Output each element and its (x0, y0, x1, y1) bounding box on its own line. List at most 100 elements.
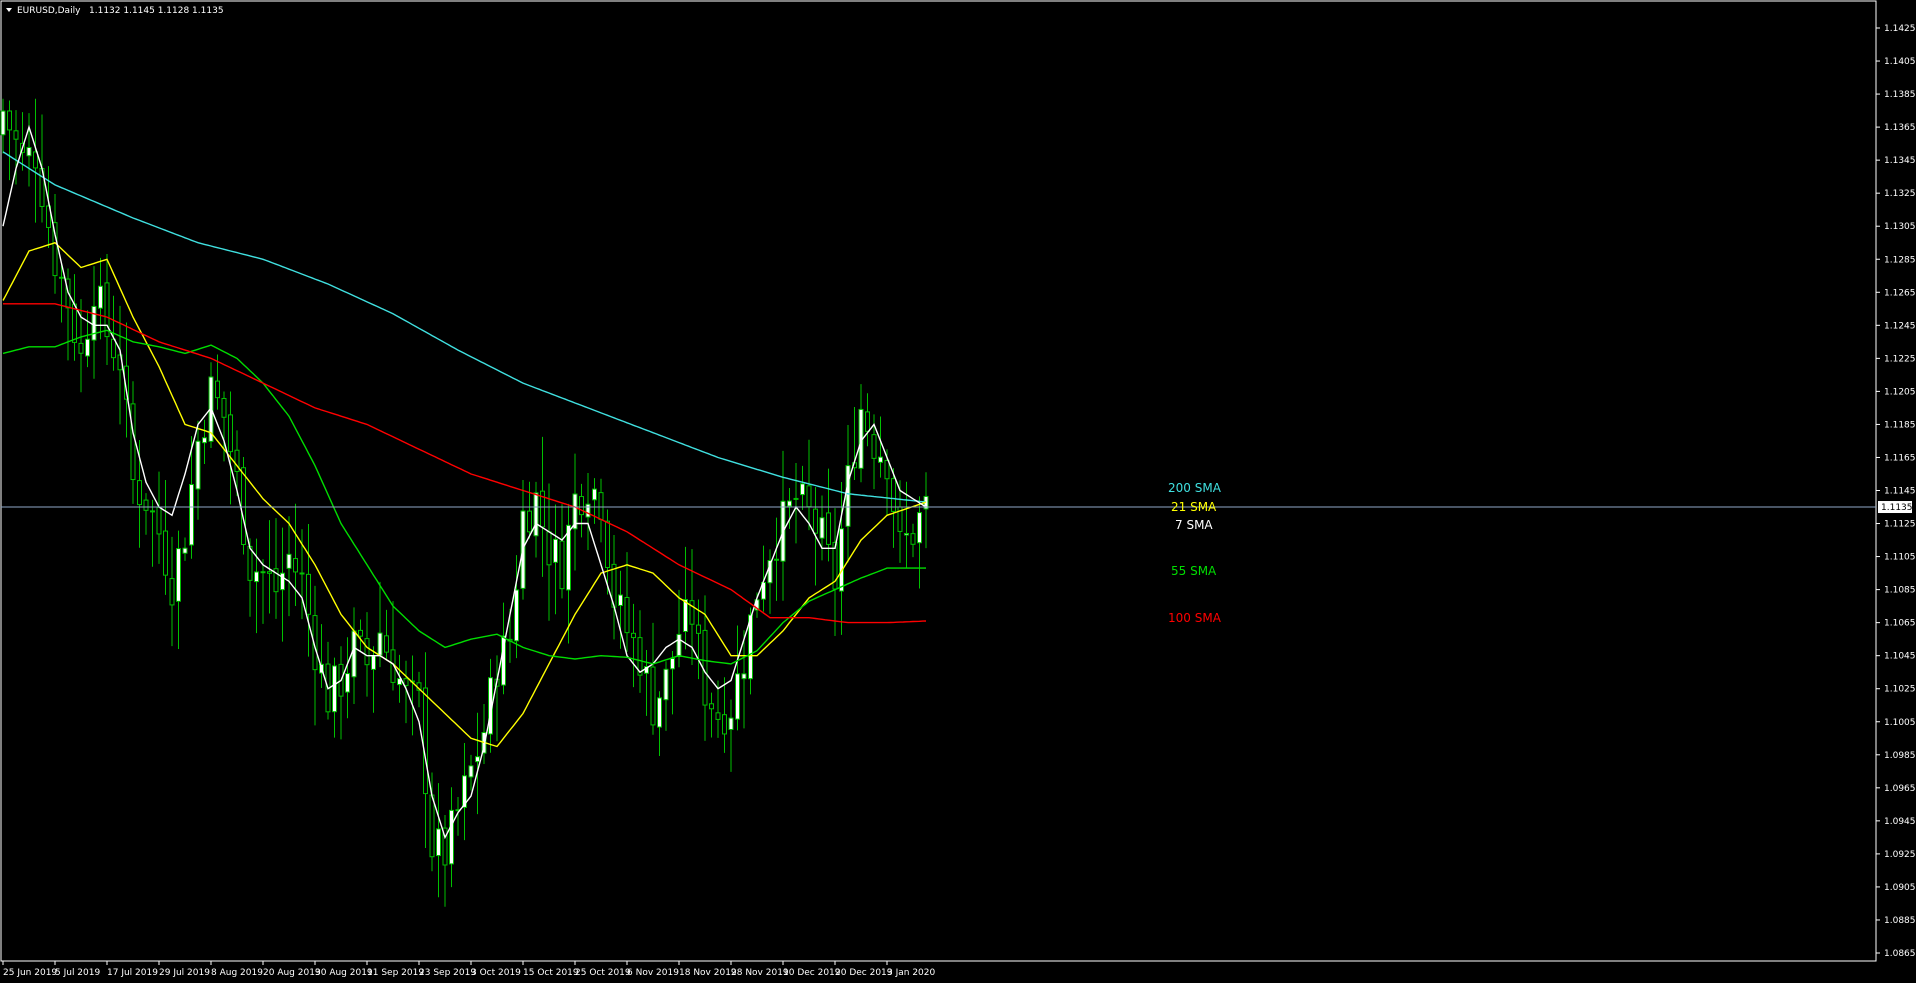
price-chart[interactable]: 1.1425 1.1405 1.1385 1.1365 1.1345 1.1325 1.13… (0, 0, 1916, 983)
time-tick-label: 30 Aug 2019 (315, 968, 373, 978)
time-axis[interactable]: 25 Jun 20195 Jul 2019 17 Jul 2019 29 Jul 2… (2, 961, 935, 978)
candle-bull (91, 305, 97, 341)
time-tick-label: 11 Sep 2019 (367, 968, 424, 978)
current-price-tag: 1.1135 (1878, 501, 1913, 514)
price-tick-label: 1.0965 (1884, 784, 1916, 794)
candle-bull (286, 553, 292, 569)
price-tick-label: 1.1185 (1884, 420, 1916, 430)
price-tick-label: 1.1405 (1884, 57, 1916, 67)
candle-bull (195, 440, 201, 490)
time-tick-label: 25 Oct 2019 (575, 968, 631, 978)
candle-bull (676, 633, 682, 658)
candle-bull (98, 285, 103, 309)
price-tick-label: 1.1285 (1884, 255, 1916, 265)
dropdown-triangle-icon[interactable] (6, 8, 12, 12)
candle-bear (299, 572, 305, 575)
price-tick-label: 1.0945 (1884, 817, 1916, 827)
candle-bull (85, 338, 90, 357)
candle-bear (813, 508, 818, 534)
candle-bull (845, 465, 851, 527)
price-tick-label: 1.1305 (1884, 222, 1916, 232)
candle-bull (449, 809, 454, 865)
candle-bear (865, 411, 870, 432)
time-tick-label: 23 Sep 2019 (419, 968, 476, 978)
candle-bull (332, 665, 337, 713)
candle-bear (715, 712, 721, 720)
candle-bear (650, 666, 656, 726)
price-axis[interactable]: 1.1425 1.1405 1.1385 1.1365 1.1345 1.1325 1.13… (1876, 24, 1916, 959)
candle-bear (559, 540, 565, 590)
price-tick-label: 1.1125 (1884, 520, 1916, 530)
sma-label-55-sma: 55 SMA (1171, 564, 1217, 578)
candle-bear (884, 459, 890, 480)
price-tick-label: 1.1025 (1884, 685, 1916, 695)
candle-bear (891, 478, 896, 512)
time-tick-label: 5 Jul 2019 (55, 968, 100, 978)
candle-bear (78, 342, 84, 354)
candle-bull (566, 524, 571, 591)
candle-bull (377, 632, 383, 656)
candle-bear (403, 678, 409, 686)
price-tick-label: 1.1225 (1884, 354, 1916, 364)
price-tick-label: 1.1145 (1884, 487, 1916, 497)
candle-bull (189, 484, 194, 546)
candle-bull (533, 492, 539, 537)
candle-bull (878, 456, 883, 463)
price-tick-label: 1.0925 (1884, 850, 1916, 860)
candle-bear (163, 530, 168, 576)
candle-bear (624, 596, 630, 634)
candle-bear (631, 632, 636, 639)
candle-bear (806, 485, 812, 508)
time-tick-label: 15 Oct 2019 (523, 968, 579, 978)
candle-bull (585, 503, 591, 518)
candle-bear (598, 492, 604, 520)
candle-bull (176, 548, 181, 602)
candle-bear (527, 510, 532, 533)
candle-bull (345, 673, 350, 693)
price-tick-label: 1.1065 (1884, 619, 1916, 629)
candle-bull (592, 488, 597, 501)
price-tick-label: 1.0905 (1884, 883, 1916, 893)
candle-bear (306, 573, 311, 615)
candle-bear (143, 499, 149, 511)
candle-bear (364, 638, 370, 666)
candle-bull (663, 668, 669, 701)
price-tick-label: 1.1205 (1884, 387, 1916, 397)
candle-bull (839, 528, 844, 592)
candle-bull (351, 630, 357, 678)
candle-bull (202, 437, 207, 444)
candle-bull (670, 657, 675, 670)
candle-bear (696, 624, 701, 634)
candle-bull (254, 571, 259, 583)
candle-bull (0, 110, 6, 136)
candle-bear (267, 571, 272, 574)
candle-bear (579, 496, 584, 516)
price-tick-label: 1.1365 (1884, 123, 1916, 133)
candle-bull (657, 697, 662, 728)
candle-bull (683, 599, 688, 632)
price-tick-label: 1.1265 (1884, 288, 1916, 298)
candle-bear (546, 531, 552, 566)
candle-bear (130, 403, 136, 481)
time-tick-label: 10 Dec 2019 (783, 968, 841, 978)
sma-label-7-sma: 7 SMA (1175, 518, 1213, 532)
price-tick-label: 1.1045 (1884, 652, 1916, 662)
candle-bear (722, 714, 727, 735)
price-tick-label: 1.1165 (1884, 453, 1916, 463)
time-tick-label: 25 Jun 2019 (3, 968, 57, 978)
candle-bear (241, 467, 246, 545)
price-tick-label: 1.1005 (1884, 718, 1916, 728)
sma-labels: 200 SMA 21 SMA 7 SMA 55 SMA 100 SMA (1168, 481, 1222, 625)
candle-bear (13, 130, 19, 140)
price-tick-label: 1.1105 (1884, 553, 1916, 563)
price-tick-label: 1.1245 (1884, 321, 1916, 331)
candle-bear (169, 578, 175, 606)
price-tick-label: 1.1385 (1884, 90, 1916, 100)
candle-bull (475, 756, 480, 763)
candle-bear (215, 380, 220, 399)
time-tick-label: 18 Nov 2019 (679, 968, 737, 978)
candle-bear (793, 497, 799, 500)
time-tick-label: 20 Dec 2019 (835, 968, 893, 978)
candle-bear (605, 520, 610, 569)
candle-bull (260, 571, 266, 574)
